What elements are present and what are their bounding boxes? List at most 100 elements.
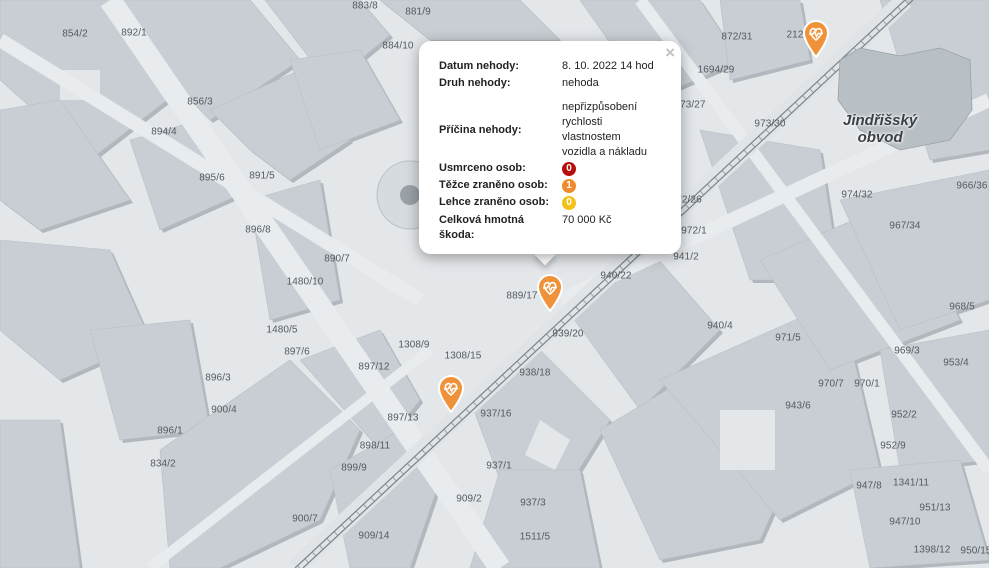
label-light: Lehce zraněno osob: (439, 196, 550, 208)
parcel-label: 940/4 (707, 320, 733, 332)
label-killed: Usmrceno osob: (439, 162, 526, 174)
parcel-label: 940/22 (600, 270, 632, 282)
cause-line: nepřizpůsobení (562, 101, 638, 113)
parcel-label: 892/1 (121, 27, 147, 39)
severe-badge: 1 (562, 179, 576, 193)
parcel-label: 834/2 (150, 458, 176, 470)
damage-label-line: Celková hmotná (439, 214, 524, 226)
parcel-label: 969/3 (894, 345, 920, 357)
parcel-label: 1480/5 (266, 324, 298, 336)
parcel-label: 952/9 (880, 440, 906, 452)
parcel-label: 938/18 (519, 367, 551, 379)
cause-line: vozidla a nákladu (562, 146, 648, 158)
parcel-label: 1341/11 (892, 477, 930, 489)
row-date: Datum nehody: 8. 10. 2022 14 hod (439, 58, 662, 75)
map-canvas[interactable]: 883/8 881/9 854/2 892/1 884/10 872/31 212 1694/… (0, 0, 989, 568)
killed-badge: 0 (562, 162, 576, 176)
parcel-label: 937/3 (520, 497, 546, 509)
plaza-center (400, 185, 420, 205)
parcel-label: 973/30 (754, 118, 786, 130)
row-severe: Těžce zraněno osob: 1 (439, 177, 662, 194)
damage-label-line: škoda: (439, 229, 475, 241)
parcel-label: 900/4 (211, 404, 237, 416)
parcel-label: 950/15 (960, 545, 989, 557)
parcel-label: 937/1 (486, 460, 512, 472)
parcel-label: 939/20 (552, 328, 584, 340)
heart-pulse-icon (536, 274, 564, 312)
parcel-label: 947/8 (856, 480, 882, 492)
value-damage: 70 000 Kč (562, 214, 612, 226)
parcel-label: 970/7 (818, 378, 844, 390)
row-type: Druh nehody: nehoda (439, 75, 662, 92)
heart-pulse-icon (802, 20, 830, 58)
accident-popup: × Datum nehody: 8. 10. 2022 14 hod Druh … (419, 41, 681, 254)
value-cause: nepřizpůsobení rychlosti vlastnostem voz… (562, 92, 662, 160)
parcel-label: 951/13 (919, 502, 951, 514)
district-label-line2: obvod (857, 129, 903, 146)
parcel-label: 968/5 (949, 301, 975, 313)
parcel-label: 900/7 (292, 513, 318, 525)
parcel-label: 941/2 (673, 251, 699, 263)
parcel-label: 1308/9 (398, 339, 430, 351)
parcel-label: 897/6 (284, 346, 310, 358)
parcel-label: 937/16 (480, 408, 512, 420)
parcel-label: 889/17 (506, 290, 538, 302)
value-type: nehoda (562, 77, 599, 89)
value-killed-cell: 0 (562, 160, 662, 177)
parcel-label: 881/9 (405, 6, 431, 18)
accident-marker-selected[interactable] (535, 272, 565, 312)
parcel-label: 896/1 (157, 425, 183, 437)
parcel-label: 890/7 (324, 253, 350, 265)
parcel-label: 909/14 (358, 530, 390, 542)
parcel-label: 972/1 (681, 225, 707, 237)
parcel-label: 1511/5 (519, 531, 551, 543)
parcel-label: 891/5 (249, 170, 275, 182)
close-icon[interactable]: × (665, 44, 675, 62)
parcel-label: 898/11 (359, 440, 391, 452)
district-label: Jindřišský obvod (843, 112, 917, 146)
parcel-label: 943/6 (785, 400, 811, 412)
value-date: 8. 10. 2022 14 hod (562, 60, 654, 72)
label-date: Datum nehody: (439, 60, 520, 72)
parcel-label: 1308/15 (444, 350, 482, 362)
value-light-cell: 0 (562, 194, 662, 211)
parcel-label: 896/8 (245, 224, 271, 236)
accident-marker-lower[interactable] (436, 373, 466, 413)
parcel-label: 970/1 (854, 378, 880, 390)
parcel-label: 897/12 (358, 361, 390, 373)
parcel-label: 1398/12 (913, 544, 951, 556)
parcel-label: 854/2 (62, 28, 88, 40)
label-damage: Celková hmotná škoda: (439, 211, 562, 243)
parcel-label: 895/6 (199, 172, 225, 184)
value-severe-cell: 1 (562, 177, 662, 194)
parcel-label: 1694/29 (697, 64, 735, 76)
parcel-label: 947/10 (889, 516, 921, 528)
parcel-label: 883/8 (352, 0, 378, 12)
parcel-label: 974/32 (841, 189, 873, 201)
parcel-label: 856/3 (187, 96, 213, 108)
parcel-label: 953/4 (943, 357, 969, 369)
parcel-label: 897/13 (387, 412, 419, 424)
parcel-label: 896/3 (205, 372, 231, 384)
parcel-label: 899/9 (341, 462, 367, 474)
parcel-label: 894/4 (151, 126, 177, 138)
parcel-label: 967/34 (889, 220, 921, 232)
label-type: Druh nehody: (439, 77, 511, 89)
parcel-label: 909/2 (456, 493, 482, 505)
heart-pulse-icon (437, 375, 465, 413)
row-damage: Celková hmotná škoda: 70 000 Kč (439, 211, 662, 243)
label-cause: Příčina nehody: (439, 123, 522, 136)
parcel-label: 971/5 (775, 332, 801, 344)
cause-line: vlastnostem (562, 131, 621, 143)
parcel-label: 1480/10 (286, 276, 324, 288)
cause-line: rychlosti (562, 116, 603, 128)
label-severe: Těžce zraněno osob: (439, 179, 548, 191)
accident-details-table: Datum nehody: 8. 10. 2022 14 hod Druh ne… (439, 58, 662, 243)
row-light: Lehce zraněno osob: 0 (439, 194, 662, 211)
light-badge: 0 (562, 196, 576, 210)
parcel-label: 872/31 (721, 31, 753, 43)
accident-marker-top-right[interactable] (801, 18, 831, 58)
row-killed: Usmrceno osob: 0 (439, 160, 662, 177)
parcel-label: 952/2 (891, 409, 917, 421)
parcel-label: 884/10 (382, 40, 414, 52)
